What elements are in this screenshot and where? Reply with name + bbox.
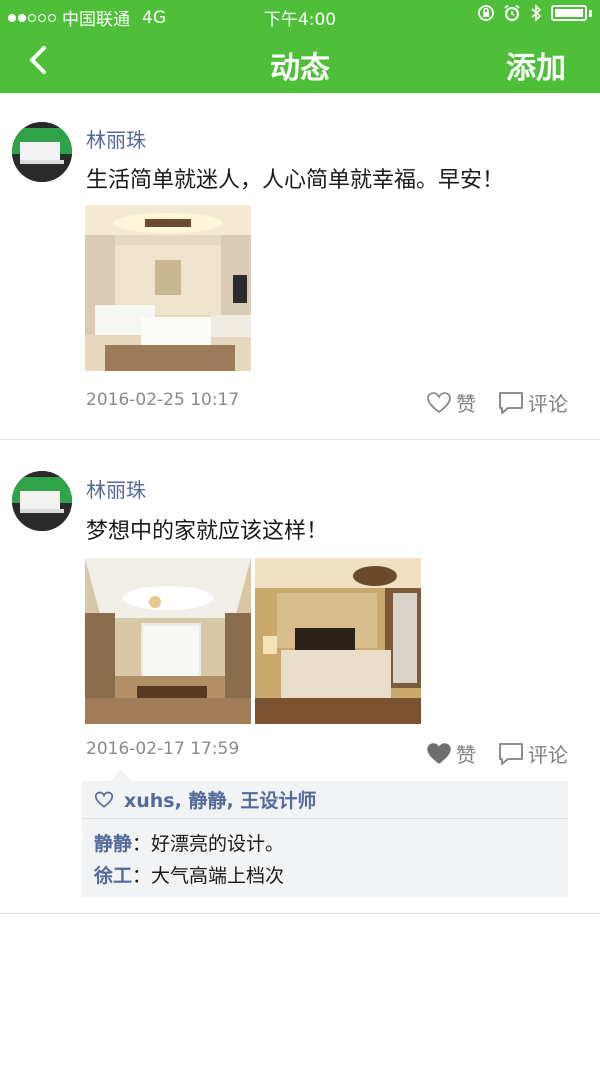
comment-button[interactable]: 评论 (498, 388, 568, 417)
post-time: 2016-02-17 17:59 (86, 739, 240, 759)
post-photo[interactable] (85, 558, 251, 724)
liker-name[interactable]: 静静 (188, 790, 226, 812)
liker-name[interactable]: 王设计师 (240, 790, 316, 812)
like-label: 赞 (456, 743, 476, 767)
nav-bar: 动态 添加 (0, 30, 600, 93)
heart-outline-icon (94, 791, 114, 808)
comment-button[interactable]: 评论 (498, 739, 568, 768)
post-text: 梦想中的家就应该这样！ (86, 519, 329, 544)
alarm-icon (504, 4, 520, 21)
liker-name[interactable]: xuhs (124, 790, 175, 812)
comment-icon (499, 391, 523, 414)
battery-icon (551, 5, 587, 21)
interaction-panel: xuhs, 静静, 王设计师 静静：好漂亮的设计。 徐工：大气高端上档次 (82, 781, 568, 897)
like-label: 赞 (456, 392, 476, 416)
bubble-pointer (110, 770, 132, 781)
comment-text: 好漂亮的设计。 (151, 833, 285, 855)
comment-label: 评论 (528, 392, 568, 416)
commenter-name[interactable]: 静静 (94, 833, 132, 855)
like-button[interactable]: 赞 (426, 388, 476, 417)
post-author[interactable]: 林丽珠 (86, 124, 146, 153)
post-author[interactable]: 林丽珠 (86, 474, 146, 503)
heart-filled-icon (427, 742, 451, 764)
avatar[interactable] (12, 122, 72, 182)
likes-row: xuhs, 静静, 王设计师 (82, 781, 568, 819)
status-bar: 中国联通 4G 下午4:00 (0, 0, 600, 30)
post-photo[interactable] (255, 558, 421, 724)
comment-label: 评论 (528, 743, 568, 767)
comment-item[interactable]: 静静：好漂亮的设计。 (94, 829, 284, 856)
commenter-name[interactable]: 徐工 (94, 865, 132, 887)
post-photo[interactable] (85, 205, 251, 371)
add-button[interactable]: 添加 (506, 43, 566, 87)
rotation-lock-icon (478, 5, 494, 21)
post-time: 2016-02-25 10:17 (86, 390, 240, 410)
comment-item[interactable]: 徐工：大气高端上档次 (94, 861, 284, 888)
feed-post: 林丽珠 梦想中的家就应该这样！ 2016-02-17 17:59 赞 评论 xu… (0, 441, 600, 914)
like-button[interactable]: 赞 (426, 739, 476, 768)
comment-icon (499, 742, 523, 765)
bluetooth-icon (531, 4, 542, 22)
feed-post: 林丽珠 生活简单就迷人，人心简单就幸福。早安！ 2016-02-25 10:17… (0, 94, 600, 440)
post-text: 生活简单就迷人，人心简单就幸福。早安！ (86, 168, 505, 193)
heart-outline-icon (427, 391, 451, 413)
avatar[interactable] (12, 471, 72, 531)
comment-text: 大气高端上档次 (151, 865, 285, 887)
